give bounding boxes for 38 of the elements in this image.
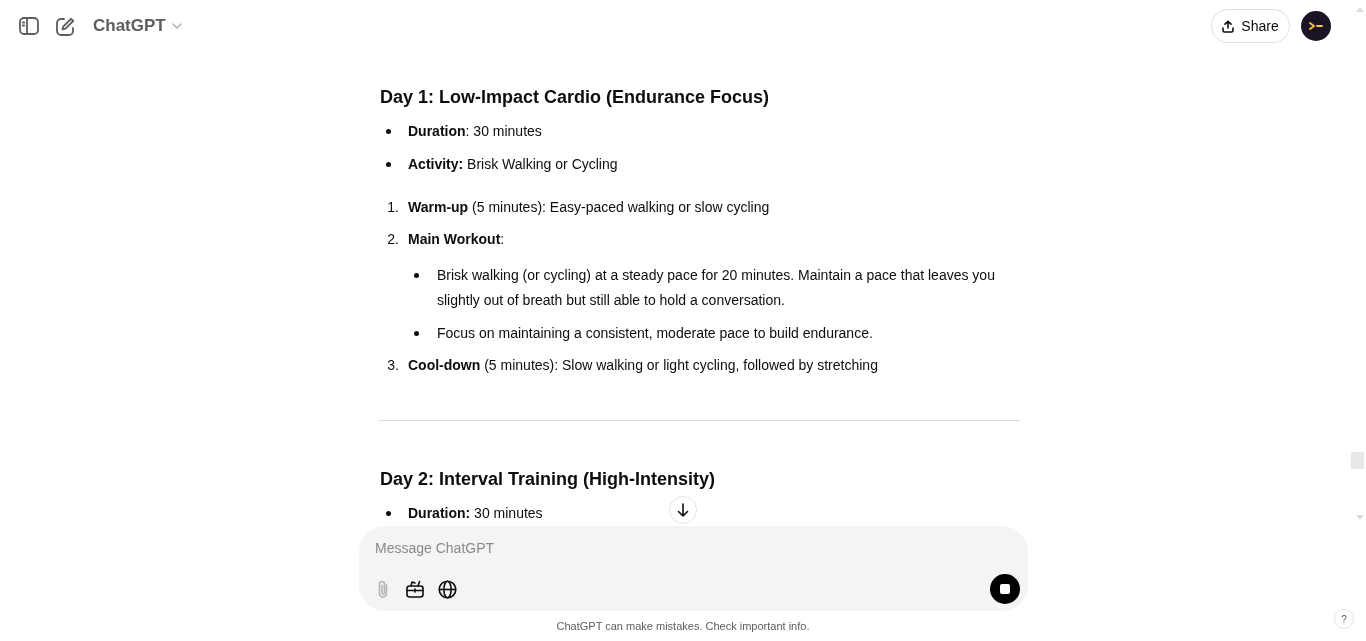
bullet-icon bbox=[386, 511, 391, 516]
list-item-text: Main Workout: bbox=[408, 230, 506, 249]
bullet-icon bbox=[414, 273, 419, 278]
help-button[interactable]: ? bbox=[1334, 609, 1354, 629]
bullet-icon bbox=[386, 129, 391, 134]
sidebar-toggle-button[interactable] bbox=[19, 17, 39, 35]
scroll-down-icon bbox=[1356, 515, 1364, 520]
web-search-button[interactable] bbox=[435, 577, 459, 601]
section-heading: Day 2: Interval Training (High-Intensity) bbox=[380, 468, 716, 491]
list-item-text: Cool-down (5 minutes): Slow walking or light cycling, followed by stretching bbox=[408, 356, 879, 375]
chevron-down-icon bbox=[171, 23, 182, 29]
list-item-text: Warm-up (5 minutes): Easy-paced walking or slow cycling bbox=[408, 198, 771, 217]
list-item-text: Focus on maintaining a consistent, moderate pace to build endurance. bbox=[437, 324, 873, 343]
list-item-text: Activity: Brisk Walking or Cycling bbox=[408, 155, 618, 174]
list-number: 2. bbox=[387, 230, 399, 249]
disclaimer-text: ChatGPT can make mistakes. Check important info. bbox=[556, 618, 810, 634]
globe-icon bbox=[437, 579, 457, 599]
section-heading: Day 1: Low-Impact Cardio (Endurance Focus) bbox=[380, 86, 770, 109]
edit-icon bbox=[56, 16, 75, 36]
new-chat-button[interactable] bbox=[56, 16, 75, 36]
message-input[interactable]: Message ChatGPT bbox=[375, 536, 775, 560]
sidebar-icon bbox=[19, 17, 39, 35]
list-number: 1. bbox=[387, 198, 399, 217]
scroll-up-icon bbox=[1356, 7, 1364, 12]
list-number: 3. bbox=[387, 356, 399, 375]
list-item-text: Duration: 30 minutes bbox=[408, 504, 543, 523]
bullet-icon bbox=[414, 331, 419, 336]
stop-button[interactable] bbox=[990, 574, 1020, 604]
bullet-icon bbox=[386, 162, 391, 167]
arrow-down-icon bbox=[677, 503, 689, 517]
list-item-text: Brisk walking (or cycling) at a steady pace for 20 minutes. Maintain a pace that leaves you slightly out of breath but still able to hold a conversation. bbox=[437, 266, 996, 310]
scroll-down-button[interactable] bbox=[669, 496, 697, 524]
model-selector[interactable]: ChatGPT bbox=[93, 13, 182, 39]
upload-icon bbox=[1222, 19, 1235, 33]
list-item-text: Duration: 30 minutes bbox=[408, 122, 542, 141]
avatar-icon[interactable] bbox=[1301, 11, 1331, 41]
toolbox-icon bbox=[406, 580, 424, 598]
stop-icon bbox=[1000, 584, 1010, 594]
